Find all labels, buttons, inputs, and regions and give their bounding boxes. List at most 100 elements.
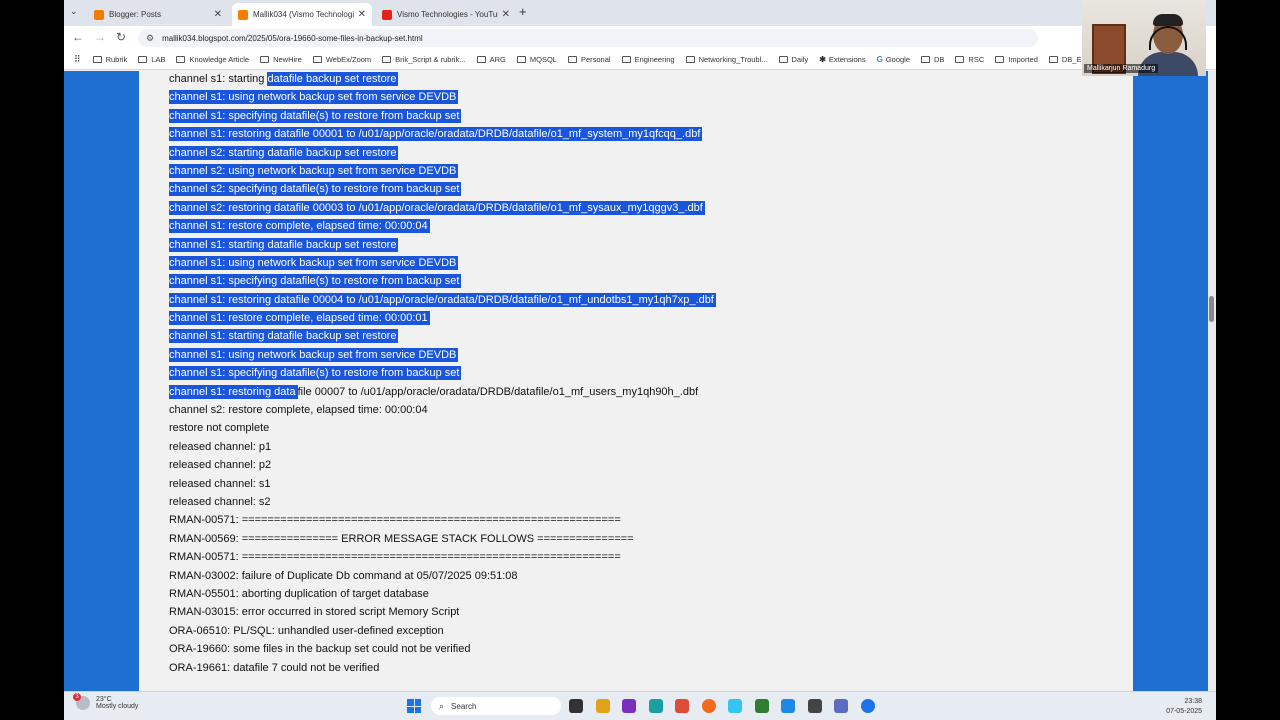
- log-line: released channel: s1: [169, 476, 716, 494]
- weather-widget[interactable]: 3 23°C Mostly cloudy: [73, 693, 138, 710]
- log-line: channel s1: starting datafile backup set…: [169, 237, 716, 255]
- bookmark-item[interactable]: WebEx/Zoom: [312, 55, 371, 64]
- log-text: ORA-19660: some files in the backup set …: [169, 643, 471, 656]
- reload-icon[interactable]: ↻: [116, 30, 126, 44]
- bookmark-item[interactable]: Brik_Script & rubrik...: [382, 55, 466, 64]
- tab-blogger-posts[interactable]: Blogger: Posts ✕: [88, 3, 228, 26]
- log-line: channel s1: using network backup set fro…: [169, 255, 716, 273]
- pinned-app-icon[interactable]: [595, 699, 610, 713]
- windows-taskbar: 3 23°C Mostly cloudy ⌕ Search 23:38 07-0…: [64, 691, 1216, 720]
- selected-text: channel s1: starting datafile backup set…: [169, 237, 399, 252]
- pinned-app-icon[interactable]: [860, 699, 875, 713]
- pinned-app-icon[interactable]: [675, 699, 689, 713]
- pinned-app-icon[interactable]: [781, 699, 795, 713]
- log-text: RMAN-03015: error occurred in stored scr…: [169, 606, 460, 619]
- bookmark-item[interactable]: Personal: [567, 55, 611, 64]
- pinned-app-icon[interactable]: [622, 699, 636, 713]
- pinned-app-icon[interactable]: [701, 699, 716, 713]
- selected-text: channel s1: restoring datafile 00001 to …: [169, 127, 703, 142]
- close-icon[interactable]: ✕: [214, 9, 222, 20]
- system-clock[interactable]: 23:38 07-05-2025: [1166, 697, 1202, 717]
- address-bar[interactable]: ⚙ mallik034.blogspot.com/2025/05/ora-196…: [138, 29, 1038, 47]
- log-text: RMAN-00571: ============================…: [169, 551, 621, 564]
- blogger-favicon-icon: [94, 9, 104, 20]
- apps-grid-icon[interactable]: ⠿: [74, 54, 81, 65]
- youtube-favicon-icon: [382, 9, 392, 20]
- scrollbar-thumb[interactable]: [1209, 296, 1214, 322]
- log-text: RMAN-03002: failure of Duplicate Db comm…: [169, 569, 518, 582]
- bookmark-item[interactable]: Engineering: [621, 55, 675, 64]
- folder-icon: [476, 56, 486, 63]
- search-placeholder: Search: [451, 701, 477, 711]
- log-line: channel s1: starting datafile backup set…: [169, 71, 716, 89]
- presenter-hair: [1153, 14, 1183, 26]
- forward-arrow-icon[interactable]: →: [94, 30, 106, 44]
- bookmark-item[interactable]: Rubrik: [92, 55, 128, 64]
- bookmark-item[interactable]: DB_E: [1048, 55, 1081, 64]
- close-icon[interactable]: ✕: [358, 9, 366, 20]
- selected-text: channel s1: restoring data: [169, 384, 298, 399]
- selected-text: channel s2: specifying datafile(s) to re…: [169, 182, 462, 197]
- pinned-app-icon[interactable]: [834, 699, 848, 713]
- bookmark-item[interactable]: MQSQL: [516, 55, 557, 64]
- folder-icon: [921, 56, 930, 63]
- folder-icon: [567, 56, 577, 63]
- bookmark-label: Networking_Troubl...: [698, 55, 768, 64]
- log-line: channel s2: starting datafile backup set…: [169, 145, 716, 163]
- presenter-name: Mallikarjun Ramadurg: [1084, 64, 1159, 73]
- log-line: channel s1: restoring data file 00007 to …: [169, 384, 716, 402]
- log-line: channel s2: specifying datafile(s) to re…: [169, 181, 716, 199]
- pinned-app-icon[interactable]: [807, 699, 822, 713]
- google-icon: G: [876, 55, 883, 64]
- bookmark-label: Engineering: [634, 55, 675, 64]
- folder-icon: [382, 56, 392, 63]
- site-info-icon[interactable]: ⚙: [146, 33, 154, 44]
- new-tab-button[interactable]: +: [519, 4, 527, 19]
- bookmark-item[interactable]: DB: [921, 55, 944, 64]
- log-text: RMAN-05501: aborting duplication of targ…: [169, 587, 429, 600]
- search-icon: ⌕: [439, 700, 445, 711]
- bookmark-item[interactable]: Knowledge Article: [176, 55, 249, 64]
- back-arrow-icon[interactable]: ←: [72, 30, 84, 44]
- clock-date: 07-05-2025: [1166, 708, 1202, 715]
- log-line: channel s1: restoring datafile 00004 to …: [169, 292, 716, 310]
- log-line: channel s1: starting datafile backup set…: [169, 328, 716, 346]
- bookmark-item[interactable]: RSC: [955, 55, 984, 64]
- bookmark-item[interactable]: ARG: [476, 55, 506, 64]
- extension-icon: ✱: [819, 55, 826, 64]
- taskbar-search[interactable]: ⌕ Search: [431, 697, 561, 715]
- bookmark-item[interactable]: NewHire: [260, 55, 302, 64]
- tab-title: Mallik034 (Vismo Technologies): [253, 10, 354, 19]
- log-line: channel s2: restore complete, elapsed ti…: [169, 402, 716, 420]
- selected-text: channel s1: restoring datafile 00004 to …: [169, 292, 716, 307]
- close-icon[interactable]: ✕: [502, 9, 510, 20]
- log-line: RMAN-05501: aborting duplication of targ…: [169, 586, 716, 604]
- bookmark-label: DB: [934, 55, 945, 64]
- bookmark-item[interactable]: LAB: [138, 55, 165, 64]
- bookmark-item[interactable]: G Google: [877, 55, 910, 64]
- windows-start-icon[interactable]: [407, 699, 421, 713]
- tab-strip: ⌄ Blogger: Posts ✕ Mallik034 (Vismo Tech…: [64, 0, 1216, 26]
- rman-log-output: channel s1: starting datafile backup set…: [169, 71, 716, 678]
- selected-text: channel s1: using network backup set fro…: [169, 90, 459, 105]
- log-line: ORA-19661: datafile 7 could not be verif…: [169, 660, 716, 678]
- page-scrollbar[interactable]: [1208, 71, 1216, 691]
- pinned-app-icon[interactable]: [569, 699, 583, 713]
- selected-text: channel s2: using network backup set fro…: [169, 163, 459, 178]
- bookmark-item[interactable]: ✱ Extensions: [819, 55, 865, 64]
- pinned-app-icon[interactable]: [754, 699, 769, 713]
- tab-mallik034[interactable]: Mallik034 (Vismo Technologies) ✕: [232, 3, 372, 26]
- folder-icon: [312, 56, 322, 63]
- tab-youtube[interactable]: Vismo Technologies - YouTube ✕: [376, 3, 516, 26]
- tab-title: Vismo Technologies - YouTube: [397, 10, 498, 19]
- pinned-app-icon[interactable]: [648, 699, 663, 713]
- bookmark-label: Rubrik: [105, 55, 128, 64]
- bookmark-item[interactable]: Imported: [995, 55, 1038, 64]
- pinned-app-icon[interactable]: [728, 699, 742, 713]
- bookmark-item[interactable]: Networking_Troubl...: [685, 55, 768, 64]
- log-line: RMAN-03015: error occurred in stored scr…: [169, 604, 716, 622]
- tab-search-icon[interactable]: ⌄: [70, 6, 78, 17]
- bookmark-item[interactable]: Daily: [778, 55, 808, 64]
- selected-text: channel s1: restore complete, elapsed ti…: [169, 311, 430, 326]
- log-text: released channel: s1: [169, 477, 271, 490]
